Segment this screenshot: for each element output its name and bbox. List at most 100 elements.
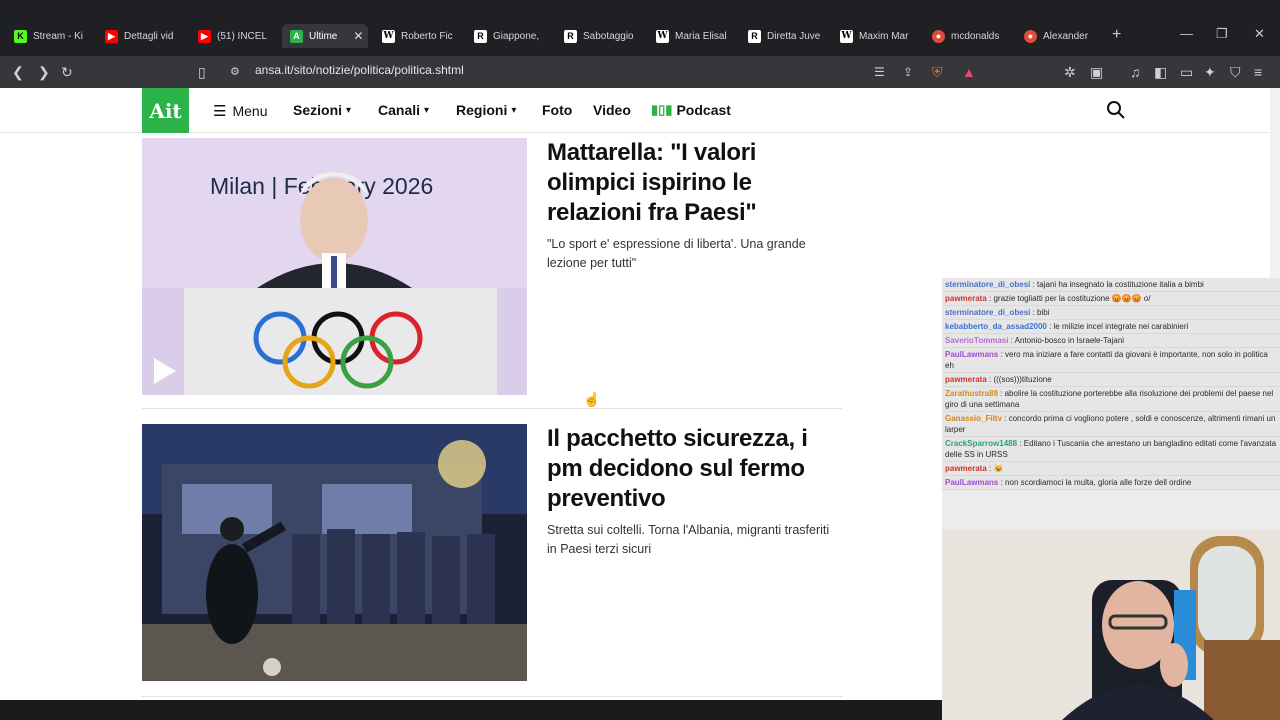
- chat-message: SaverioTommasi : Antonio-bosco in Israel…: [942, 334, 1280, 348]
- chat-message: pawmerata : grazie togliatti per la cost…: [942, 292, 1280, 306]
- riot-police-photo: [142, 424, 527, 681]
- article-card[interactable]: Milan | February 2026 Mattarella: "I val…: [142, 138, 842, 409]
- r-icon: R: [748, 29, 761, 43]
- tab-6[interactable]: R Sabotaggio: [556, 24, 642, 48]
- nav-regioni[interactable]: Regioni ▾: [456, 102, 516, 118]
- vpn-icon[interactable]: ⛉: [1230, 63, 1241, 81]
- chat-username: sterminatore_di_obesi: [945, 308, 1031, 317]
- chat-username: kebabberto_da_assad2000: [945, 322, 1047, 331]
- hamburger-icon: ☰: [213, 103, 227, 120]
- chat-text: : non scordiamoci la multa, gloria alle …: [1000, 478, 1192, 487]
- close-window-icon[interactable]: ✕: [1254, 26, 1265, 42]
- play-video-icon[interactable]: [154, 358, 176, 384]
- article-headline[interactable]: Il pacchetto sicurezza, i pm decidono su…: [547, 424, 837, 514]
- sidebar-icon[interactable]: ◧: [1154, 63, 1167, 81]
- chat-text: : 😺: [989, 464, 1004, 473]
- nav-sezioni[interactable]: Sezioni ▾: [293, 102, 351, 118]
- reload-icon[interactable]: ↻: [61, 63, 73, 81]
- menu-icon[interactable]: ≡: [1254, 63, 1262, 81]
- leo-ai-icon[interactable]: ✦: [1204, 63, 1216, 81]
- chat-text: : Antonio-bosco in Israele-Tajani: [1010, 336, 1125, 345]
- chat-message: sterminatore_di_obesi : tajani ha insegn…: [942, 278, 1280, 292]
- tab-0[interactable]: K Stream - Ki: [6, 24, 92, 48]
- tab-7[interactable]: W Maria Elisal: [648, 24, 734, 48]
- tab-8[interactable]: R Diretta Juve: [740, 24, 826, 48]
- nav-video[interactable]: Video: [593, 102, 631, 118]
- tab-5[interactable]: R Giappone,: [466, 24, 552, 48]
- bookmark-icon[interactable]: ▯: [198, 63, 206, 81]
- chat-text: : bibi: [1032, 308, 1050, 317]
- article-summary: Stretta sui coltelli. Torna l'Albania, m…: [547, 523, 830, 556]
- chat-username: Zarathustra89: [945, 389, 998, 398]
- brave-rewards-icon[interactable]: ▲: [962, 63, 976, 81]
- restore-icon[interactable]: ❐: [1216, 26, 1228, 42]
- minimize-icon[interactable]: —: [1180, 26, 1193, 41]
- close-tab-icon[interactable]: ✕: [353, 29, 363, 43]
- podcast-icon: ▮▯▮: [651, 102, 673, 117]
- screenshot-icon[interactable]: ▣: [1090, 63, 1103, 81]
- brave-shields-icon[interactable]: ⛨: [932, 63, 943, 81]
- chat-message: PaulLawmans : vero ma iniziare a fare co…: [942, 348, 1280, 373]
- nav-podcast[interactable]: ▮▯▮ Podcast: [651, 102, 731, 118]
- nav-foto[interactable]: Foto: [542, 102, 572, 118]
- article-image[interactable]: Milan | February 2026: [142, 138, 527, 395]
- wikipedia-icon: W: [382, 29, 395, 43]
- article-summary: "Lo sport e' espressione di liberta'. Un…: [547, 237, 806, 270]
- media-icon[interactable]: ♫: [1130, 63, 1141, 81]
- forward-icon[interactable]: ❯: [38, 63, 50, 81]
- chat-text: : le milizie incel integrate nei carabin…: [1049, 322, 1189, 331]
- tab-9[interactable]: W Maxim Mar: [832, 24, 918, 48]
- extensions-icon[interactable]: ✲: [1064, 63, 1076, 81]
- address-bar[interactable]: ansa.it/sito/notizie/politica/politica.s…: [255, 63, 464, 77]
- chat-message: kebabberto_da_assad2000 : le milizie inc…: [942, 320, 1280, 334]
- menu-button[interactable]: ☰ Menu: [213, 102, 267, 120]
- wikipedia-icon: W: [656, 29, 669, 43]
- chevron-down-icon: ▾: [511, 104, 517, 116]
- nav-canali[interactable]: Canali ▾: [378, 102, 429, 118]
- r-icon: R: [474, 29, 487, 43]
- ansa-logo[interactable]: Ait: [142, 88, 189, 133]
- article-headline[interactable]: Mattarella: "I valori olimpici ispirino …: [547, 138, 837, 228]
- ansa-icon: A: [290, 29, 303, 43]
- tab-10[interactable]: ● mcdonalds: [924, 24, 1010, 48]
- tab-4[interactable]: W Roberto Fic: [374, 24, 460, 48]
- chat-text: : (((sos)))tituzione: [989, 375, 1052, 384]
- tab-2[interactable]: ▶ (51) INCEL: [190, 24, 276, 48]
- chat-username: pawmerata: [945, 294, 987, 303]
- chat-username: Ganassio_Filtv: [945, 414, 1002, 423]
- site-info-icon[interactable]: ⚙: [230, 63, 240, 81]
- tab-active[interactable]: A Ultime ✕: [282, 24, 368, 48]
- new-tab-icon[interactable]: +: [1112, 26, 1121, 44]
- article-image[interactable]: [142, 424, 527, 681]
- r-icon: R: [564, 29, 577, 43]
- chat-username: SaverioTommasi: [945, 336, 1009, 345]
- article-divider: [142, 696, 842, 697]
- article-divider: [142, 408, 842, 409]
- article-card[interactable]: Il pacchetto sicurezza, i pm decidono su…: [142, 424, 842, 697]
- site-header: Ait ☰ Menu Sezioni ▾ Canali ▾ Regioni ▾ Fot…: [0, 88, 1270, 133]
- chat-text: : grazie togliatti per la costituzione 😡…: [989, 294, 1151, 303]
- youtube-icon: ▶: [105, 29, 118, 43]
- kick-icon: K: [14, 29, 27, 43]
- search-icon[interactable]: [1106, 100, 1126, 120]
- chevron-down-icon: ▾: [424, 104, 430, 116]
- browser-tab-bar: K Stream - Ki ▶ Dettagli vid ▶ (51) INCE…: [0, 0, 1280, 56]
- chat-message: PaulLawmans : non scordiamoci la multa, …: [942, 476, 1280, 490]
- share-icon[interactable]: ⇪: [903, 63, 913, 81]
- reader-mode-icon[interactable]: ☰: [874, 63, 885, 81]
- chat-username: sterminatore_di_obesi: [945, 280, 1031, 289]
- chat-username: pawmerata: [945, 464, 987, 473]
- tab-11[interactable]: ● Alexander: [1016, 24, 1102, 48]
- tab-1[interactable]: ▶ Dettagli vid: [97, 24, 183, 48]
- chat-username: PaulLawmans: [945, 350, 999, 359]
- webcam-feed: [942, 530, 1280, 720]
- chat-username: PaulLawmans: [945, 478, 999, 487]
- wikipedia-icon: W: [840, 29, 853, 43]
- brave-search-icon: ●: [1024, 29, 1037, 43]
- wallet-icon[interactable]: ▭: [1180, 63, 1193, 81]
- chat-message: pawmerata : 😺: [942, 462, 1280, 476]
- back-icon[interactable]: ❮: [12, 63, 24, 81]
- chat-username: pawmerata: [945, 375, 987, 384]
- webcam-image: [942, 530, 1280, 720]
- chat-message: CrackSparrow1488 : Editano i Tuscania ch…: [942, 437, 1280, 462]
